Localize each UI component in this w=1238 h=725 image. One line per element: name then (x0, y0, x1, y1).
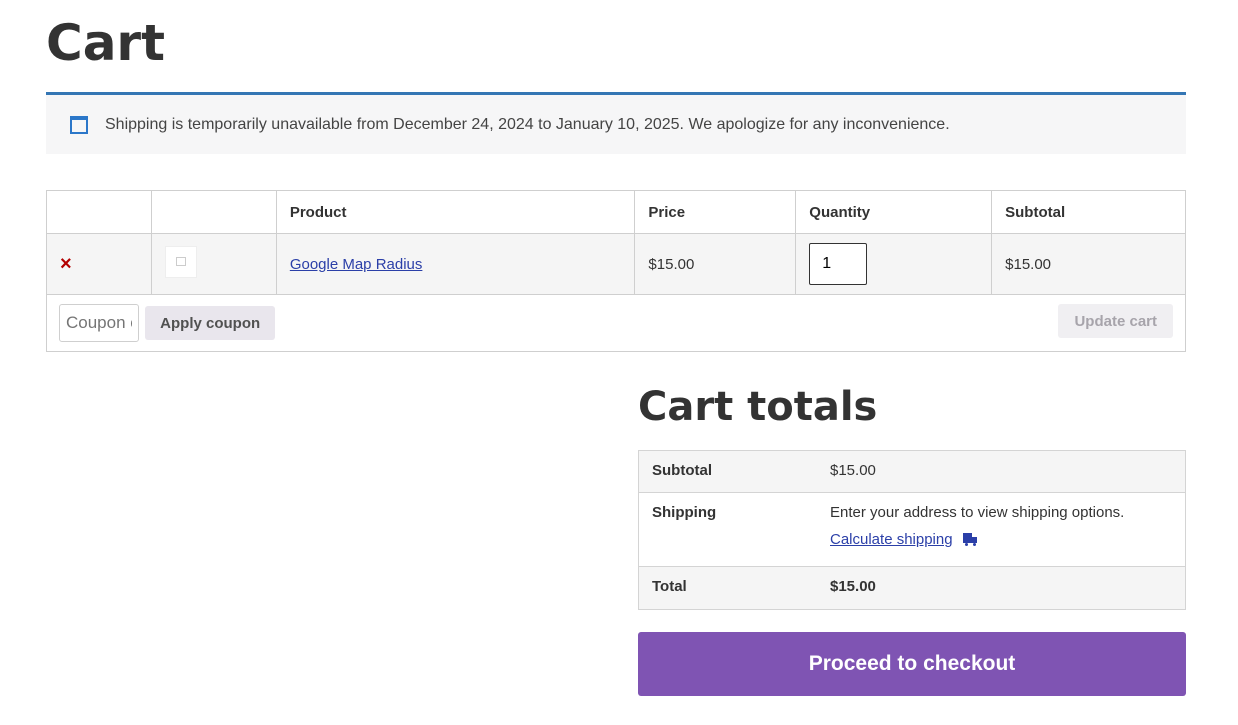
shipping-cell: Enter your address to view shipping opti… (830, 492, 1186, 567)
subtotal-cell: $15.00 (991, 233, 1186, 295)
calculate-shipping-link[interactable]: Calculate shipping (830, 531, 953, 548)
apply-coupon-button[interactable]: Apply coupon (145, 306, 276, 340)
cart-page: Cart Shipping is temporarily unavailable… (0, 0, 1238, 725)
thumbnail-cell (150, 233, 277, 295)
cart-totals-title: Cart totals (638, 384, 878, 430)
cart-table-header: Product Price Quantity Subtotal (46, 190, 1186, 234)
total-value: $15.00 (830, 566, 1186, 610)
update-cart-button[interactable]: Update cart (1058, 304, 1173, 338)
cart-actions-cell: Apply coupon Update cart (46, 294, 1186, 352)
header-thumbnail (150, 190, 277, 234)
cart-totals-table: Subtotal $15.00 Shipping Enter your addr… (638, 450, 1186, 610)
product-link[interactable]: Google Map Radius (290, 256, 423, 273)
shipping-message: Enter your address to view shipping opti… (830, 504, 1125, 521)
header-remove (46, 190, 152, 234)
subtotal-value: $15.00 (830, 450, 1186, 493)
coupon-input[interactable] (59, 304, 139, 342)
product-thumbnail[interactable] (164, 246, 197, 278)
image-placeholder-icon (175, 257, 186, 266)
cart-table: Product Price Quantity Subtotal × Google… (46, 190, 1186, 352)
cart-actions-row: Apply coupon Update cart (46, 294, 1186, 352)
quantity-input[interactable] (809, 243, 868, 285)
header-product: Product (275, 190, 636, 234)
truck-icon[interactable] (962, 533, 977, 546)
notice-text: Shipping is temporarily unavailable from… (105, 116, 950, 133)
totals-shipping-row: Shipping Enter your address to view ship… (638, 492, 1186, 567)
subtotal-label: Subtotal (638, 450, 830, 493)
header-subtotal: Subtotal (991, 190, 1186, 234)
shipping-label: Shipping (638, 492, 830, 567)
shipping-notice: Shipping is temporarily unavailable from… (46, 92, 1186, 154)
header-quantity: Quantity (795, 190, 993, 234)
header-price: Price (634, 190, 797, 234)
price-cell: $15.00 (634, 233, 797, 295)
proceed-to-checkout-button[interactable]: Proceed to checkout (638, 632, 1186, 696)
remove-item-button[interactable]: × (60, 253, 72, 275)
remove-cell: × (46, 233, 152, 295)
calendar-icon (70, 116, 88, 134)
totals-subtotal-row: Subtotal $15.00 (638, 450, 1186, 493)
product-cell: Google Map Radius (275, 233, 636, 295)
cart-item-row: × Google Map Radius $15.00 $15.00 (46, 233, 1186, 295)
page-title: Cart (46, 14, 165, 72)
quantity-cell (795, 233, 993, 295)
total-label: Total (638, 566, 830, 610)
totals-total-row: Total $15.00 (638, 566, 1186, 610)
